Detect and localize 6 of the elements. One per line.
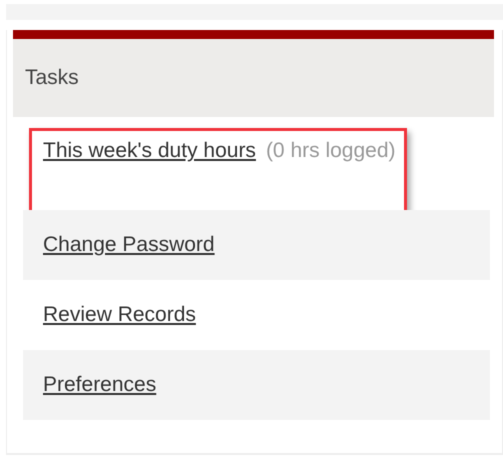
task-link[interactable]: Change Password [43, 233, 215, 256]
task-link[interactable]: Review Records [43, 303, 196, 326]
panel-title: Tasks [13, 39, 494, 117]
task-link[interactable]: Preferences [43, 373, 156, 396]
hours-note: (0 hrs logged) [266, 139, 396, 162]
task-link[interactable]: This week's duty hours [43, 139, 256, 162]
